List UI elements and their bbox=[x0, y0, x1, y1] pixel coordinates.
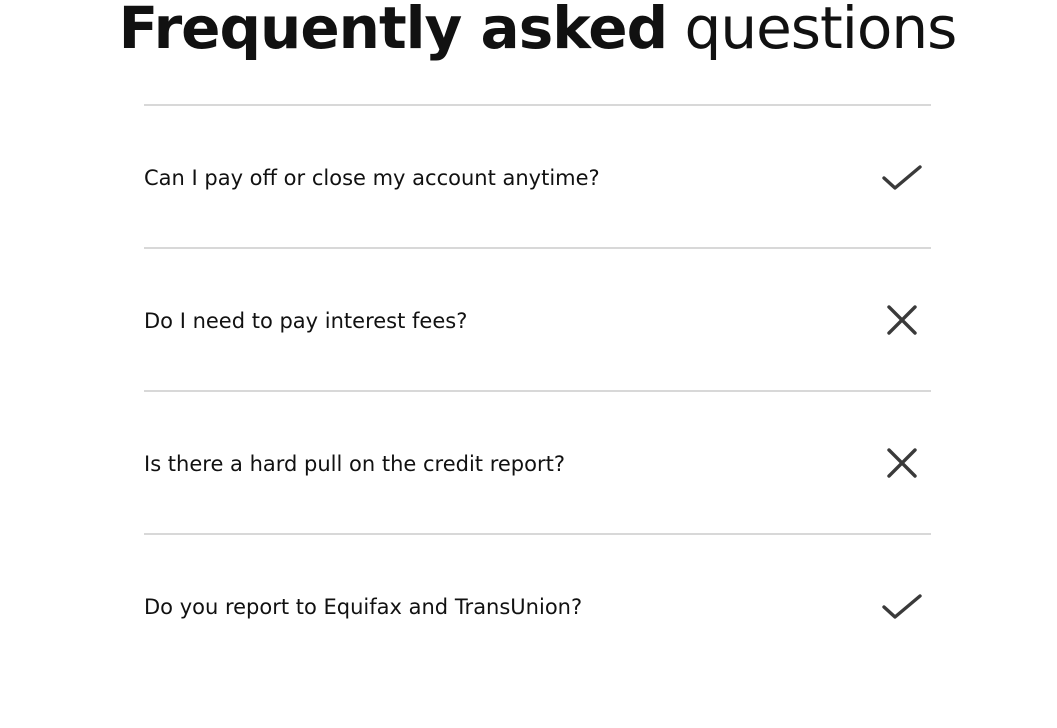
faq-question: Is there a hard pull on the credit repor… bbox=[144, 452, 565, 476]
faq-question: Do I need to pay interest fees? bbox=[144, 309, 468, 333]
page-title-light: questions bbox=[667, 0, 958, 62]
faq-page: Frequently asked questions Can I pay off… bbox=[0, 0, 1057, 728]
faq-question: Can I pay off or close my account anytim… bbox=[144, 166, 600, 190]
faq-item[interactable]: Can I pay off or close my account anytim… bbox=[144, 104, 931, 247]
check-icon bbox=[881, 161, 923, 195]
faq-question: Do you report to Equifax and TransUnion? bbox=[144, 595, 583, 619]
close-icon bbox=[881, 304, 923, 338]
page-title: Frequently asked questions bbox=[0, 0, 1057, 68]
faq-item[interactable]: Is there a hard pull on the credit repor… bbox=[144, 390, 931, 533]
faq-list: Can I pay off or close my account anytim… bbox=[144, 104, 931, 676]
page-title-bold: Frequently asked bbox=[118, 0, 668, 62]
check-icon bbox=[881, 590, 923, 624]
faq-item[interactable]: Do I need to pay interest fees? bbox=[144, 247, 931, 390]
faq-item[interactable]: Do you report to Equifax and TransUnion? bbox=[144, 533, 931, 676]
close-icon bbox=[881, 447, 923, 481]
